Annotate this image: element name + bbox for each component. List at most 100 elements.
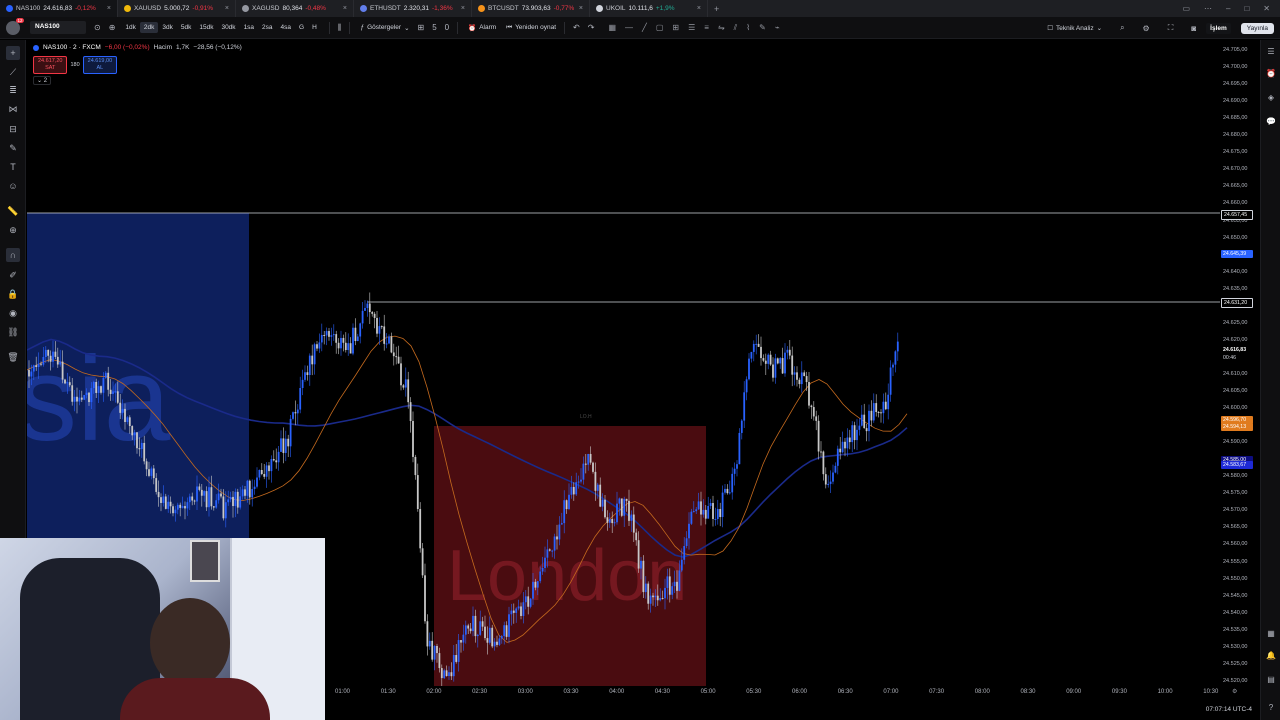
candle-body [656,595,659,601]
interval-2sa[interactable]: 2sa [258,22,276,33]
magnet-icon[interactable]: ∩ [6,248,20,262]
line-tool-icon[interactable]: ⟋ [6,65,20,79]
tab-xagusd[interactable]: XAGUSD 80,364 -0,48% × [236,0,354,17]
tab-nas100[interactable]: NAS100 24.616,83 -0,12% × [0,0,118,17]
legend-symbol[interactable]: NAS100 · 2 · FXCM [43,44,101,51]
horizontal-line-icon[interactable]: — [625,23,633,33]
alarm-button[interactable]: ⏰ Alarm [468,24,496,32]
tab-ukoil[interactable]: UKOIL 10.111,6 +1,9% × [590,0,708,17]
trend-line-icon[interactable]: ╱ [642,23,647,33]
pattern-tool-icon[interactable]: ⋈ [6,102,20,116]
compare-icon[interactable]: ⊙ [94,23,101,32]
candle-body [676,581,678,591]
lock-icon[interactable]: 🔒 [6,287,20,301]
close-tab-icon[interactable]: × [579,5,583,12]
layers-icon[interactable]: ◈ [1265,92,1277,104]
candle-body [390,336,393,353]
tab-xauusd[interactable]: XAUUSD 5.000,72 -0,91% × [118,0,236,17]
buy-button[interactable]: 24.619,00 AL [82,56,118,74]
rectangle-icon[interactable]: ▢ [656,23,664,33]
close-tab-icon[interactable]: × [107,5,111,12]
interval-15dk[interactable]: 15dk [195,22,217,33]
layout-button[interactable]: ☐ Teknik Analiz ⌄ [1047,24,1102,33]
close-tab-icon[interactable]: × [461,5,465,12]
list-icon[interactable]: ☰ [688,23,695,33]
settings-icon[interactable]: ⚙ [1232,688,1237,695]
alerts-icon[interactable]: ⏰ [1265,68,1277,80]
zoom-icon[interactable]: ⊕ [6,223,20,237]
chat-icon[interactable]: 💬 [1265,116,1277,128]
layout-icon[interactable]: ▭ [1182,4,1190,13]
user-avatar[interactable]: 12 [6,17,24,35]
path-icon[interactable]: ⌇ [746,23,750,33]
timezone-clock[interactable]: 07:07:14 UTC-4 [1206,706,1252,713]
minimize-icon[interactable]: – [1226,4,1230,13]
drawing-tools: ▦ — ╱ ▢ ⊞ ☰ ≡ ⇋ ⫽ ⌇ ✎ ⌁ [608,23,779,33]
close-window-icon[interactable]: ✕ [1263,4,1270,13]
counter-a[interactable]: 5 [432,23,436,32]
notification-icon[interactable]: 🔔 [1265,650,1277,662]
brush-tool-icon[interactable]: ✎ [6,141,20,155]
counter-b[interactable]: 0 [445,23,449,32]
interval-30dk[interactable]: 30dk [217,22,239,33]
forecast-tool-icon[interactable]: ⊟ [6,122,20,136]
settings-icon[interactable]: ⚙ [1143,24,1150,33]
publish-button[interactable]: Yayınla [1240,22,1274,34]
calendar-icon[interactable]: ▦ [1265,628,1277,640]
undo-icon[interactable]: ↶ [573,23,580,32]
interval-1sa[interactable]: 1sa [240,22,258,33]
search-icon[interactable]: ⌕ [1120,23,1124,33]
trade-button[interactable]: İşlem [1206,22,1231,34]
indicators-collapse-button[interactable]: ⌄ 2 [33,76,52,85]
fullscreen-icon[interactable]: ⛶ [1168,23,1174,33]
link-icon[interactable]: ⛓ [6,325,20,339]
redo-icon[interactable]: ↷ [588,23,595,32]
table-icon[interactable]: ⊞ [672,23,679,33]
pattern-icon[interactable]: ⌁ [775,23,780,33]
text-tool-icon[interactable]: T [6,160,20,174]
panel-icon[interactable]: ▤ [1265,674,1277,686]
indicators-button[interactable]: ƒ Göstergeler ⌄ [360,24,409,32]
pencil-lock-icon[interactable]: ✐ [6,268,20,282]
camera-icon[interactable]: ◙ [1191,24,1196,33]
ruler-icon[interactable]: 📏 [6,204,20,218]
replay-button[interactable]: ⏮ Yeniden oynat [506,24,556,32]
help-icon[interactable]: ? [1265,702,1277,714]
interval-1dk[interactable]: 1dk [121,22,139,33]
brush-icon[interactable]: ✎ [759,23,766,33]
menu-icon[interactable]: ⋯ [1204,4,1212,13]
tab-change: -1,36% [432,5,453,12]
candle-type-icon[interactable]: ⫼ [338,23,342,33]
close-tab-icon[interactable]: × [697,5,701,12]
icons-tool-icon[interactable]: ☺ [6,179,20,193]
interval-3dk[interactable]: 3dk [158,22,176,33]
candle-body [604,499,606,518]
symbol-search-input[interactable]: NAS100 [30,21,86,34]
interval-2dk[interactable]: 2dk [139,22,159,33]
align-icon[interactable]: ≡ [704,23,709,33]
interval-H[interactable]: H [308,22,321,33]
interval-G[interactable]: G [295,22,308,33]
tab-ethusdt[interactable]: ETHUSDT 2.320,31 -1,36% × [354,0,472,17]
close-tab-icon[interactable]: × [343,5,347,12]
eye-icon[interactable]: ◉ [6,306,20,320]
channel-icon[interactable]: ⇋ [718,23,725,33]
trash-icon[interactable]: 🗑 [6,350,20,364]
add-symbol-icon[interactable]: ⊕ [109,23,116,32]
sell-button[interactable]: 24.617,20 SAT [33,56,68,74]
interval-5dk[interactable]: 5dk [177,22,195,33]
crosshair-icon[interactable]: + [6,46,20,60]
add-tab-icon[interactable]: + [708,4,725,14]
close-tab-icon[interactable]: × [225,5,229,12]
interval-4sa[interactable]: 4sa [277,22,295,33]
maximize-icon[interactable]: □ [1244,4,1249,13]
fib-tool-icon[interactable]: ≣ [6,83,20,97]
price-axis[interactable]: 24.520,00 24.525,00 24.530,00 24.535,00 24.5… [1220,40,1260,686]
grid-icon[interactable]: ▦ [608,23,616,33]
fib-icon[interactable]: ⫽ [734,23,738,33]
symbol-logo-icon [360,5,367,12]
tab-btcusdt[interactable]: BTCUSDT 73.903,63 -0,77% × [472,0,590,17]
templates-icon[interactable]: ⊞ [418,23,425,32]
watchlist-icon[interactable]: ☰ [1265,46,1277,58]
candle-body [496,641,498,645]
